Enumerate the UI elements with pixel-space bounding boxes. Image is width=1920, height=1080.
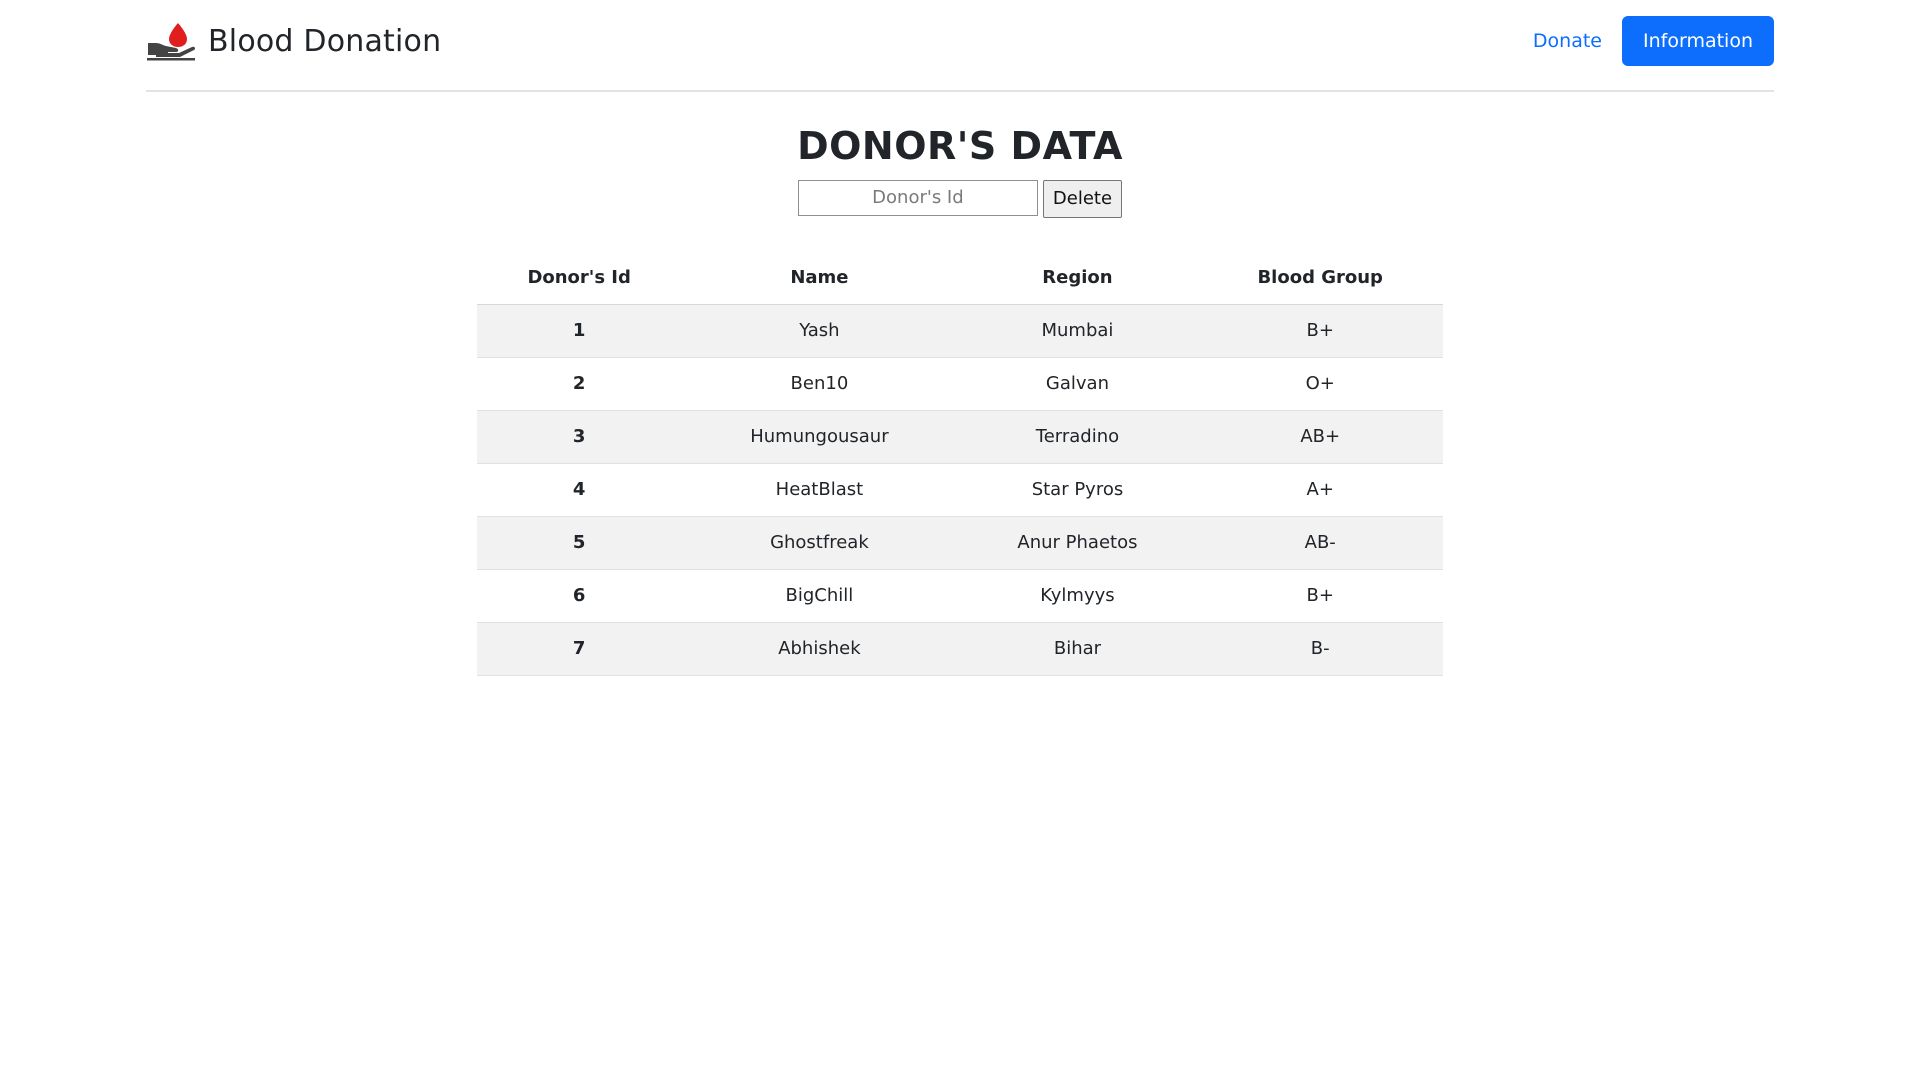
donor-region-cell: Anur Phaetos xyxy=(957,516,1198,570)
table-body: 1 Yash Mumbai B+ 2 Ben10 Galvan O+ 3 Hum… xyxy=(477,304,1443,676)
donor-id-cell: 3 xyxy=(477,410,682,464)
donor-blood-group-cell: B+ xyxy=(1197,304,1443,358)
header-donor-id: Donor's Id xyxy=(477,251,682,305)
table-row: 6 BigChill Kylmyys B+ xyxy=(477,569,1443,623)
header-region: Region xyxy=(957,251,1198,305)
donor-name-cell: BigChill xyxy=(681,569,958,623)
donor-id-cell: 2 xyxy=(477,357,682,411)
donor-name-cell: Abhishek xyxy=(681,622,958,676)
donor-name-cell: Ghostfreak xyxy=(681,516,958,570)
donor-name-cell: Humungousaur xyxy=(681,410,958,464)
donor-id-cell: 1 xyxy=(477,304,682,358)
blood-drop-hand-icon xyxy=(146,21,196,61)
donor-blood-group-cell: AB+ xyxy=(1197,410,1443,464)
table-row: 4 HeatBlast Star Pyros A+ xyxy=(477,463,1443,517)
table-row: 2 Ben10 Galvan O+ xyxy=(477,357,1443,411)
donor-id-cell: 7 xyxy=(477,622,682,676)
navbar: Blood Donation Donate Information xyxy=(146,0,1774,92)
table-header: Donor's Id Name Region Blood Group xyxy=(477,251,1443,305)
page-container: Blood Donation Donate Information DONOR'… xyxy=(146,0,1774,676)
donor-region-cell: Mumbai xyxy=(957,304,1198,358)
information-button[interactable]: Information xyxy=(1622,16,1774,66)
donor-blood-group-cell: A+ xyxy=(1197,463,1443,517)
table-row: 3 Humungousaur Terradino AB+ xyxy=(477,410,1443,464)
donor-region-cell: Galvan xyxy=(957,357,1198,411)
donor-region-cell: Terradino xyxy=(957,410,1198,464)
donor-blood-group-cell: O+ xyxy=(1197,357,1443,411)
donor-region-cell: Bihar xyxy=(957,622,1198,676)
donor-blood-group-cell: B+ xyxy=(1197,569,1443,623)
donor-name-cell: Yash xyxy=(681,304,958,358)
page-title: DONOR'S DATA xyxy=(797,124,1123,168)
donate-link[interactable]: Donate xyxy=(1533,30,1602,52)
donor-blood-group-cell: B- xyxy=(1197,622,1443,676)
donors-table: Donor's Id Name Region Blood Group 1 Yas… xyxy=(477,251,1443,676)
header-blood-group: Blood Group xyxy=(1197,251,1443,305)
nav-right: Donate Information xyxy=(1533,16,1774,66)
delete-button[interactable]: Delete xyxy=(1042,179,1123,218)
donor-id-cell: 5 xyxy=(477,516,682,570)
table-row: 7 Abhishek Bihar B- xyxy=(477,622,1443,676)
donor-id-cell: 4 xyxy=(477,463,682,517)
header-row: Donor's Id Name Region Blood Group xyxy=(477,251,1443,305)
donor-id-input[interactable] xyxy=(797,179,1038,216)
donor-name-cell: HeatBlast xyxy=(681,463,958,517)
table-row: 1 Yash Mumbai B+ xyxy=(477,304,1443,358)
donor-region-cell: Star Pyros xyxy=(957,463,1198,517)
donor-blood-group-cell: AB- xyxy=(1197,516,1443,570)
brand-title: Blood Donation xyxy=(208,23,442,59)
donor-id-cell: 6 xyxy=(477,569,682,623)
donor-name-cell: Ben10 xyxy=(681,357,958,411)
table-row: 5 Ghostfreak Anur Phaetos AB- xyxy=(477,516,1443,570)
header-name: Name xyxy=(681,251,958,305)
brand-link[interactable]: Blood Donation xyxy=(146,21,441,61)
donor-region-cell: Kylmyys xyxy=(957,569,1198,623)
delete-form: Delete xyxy=(146,179,1774,218)
